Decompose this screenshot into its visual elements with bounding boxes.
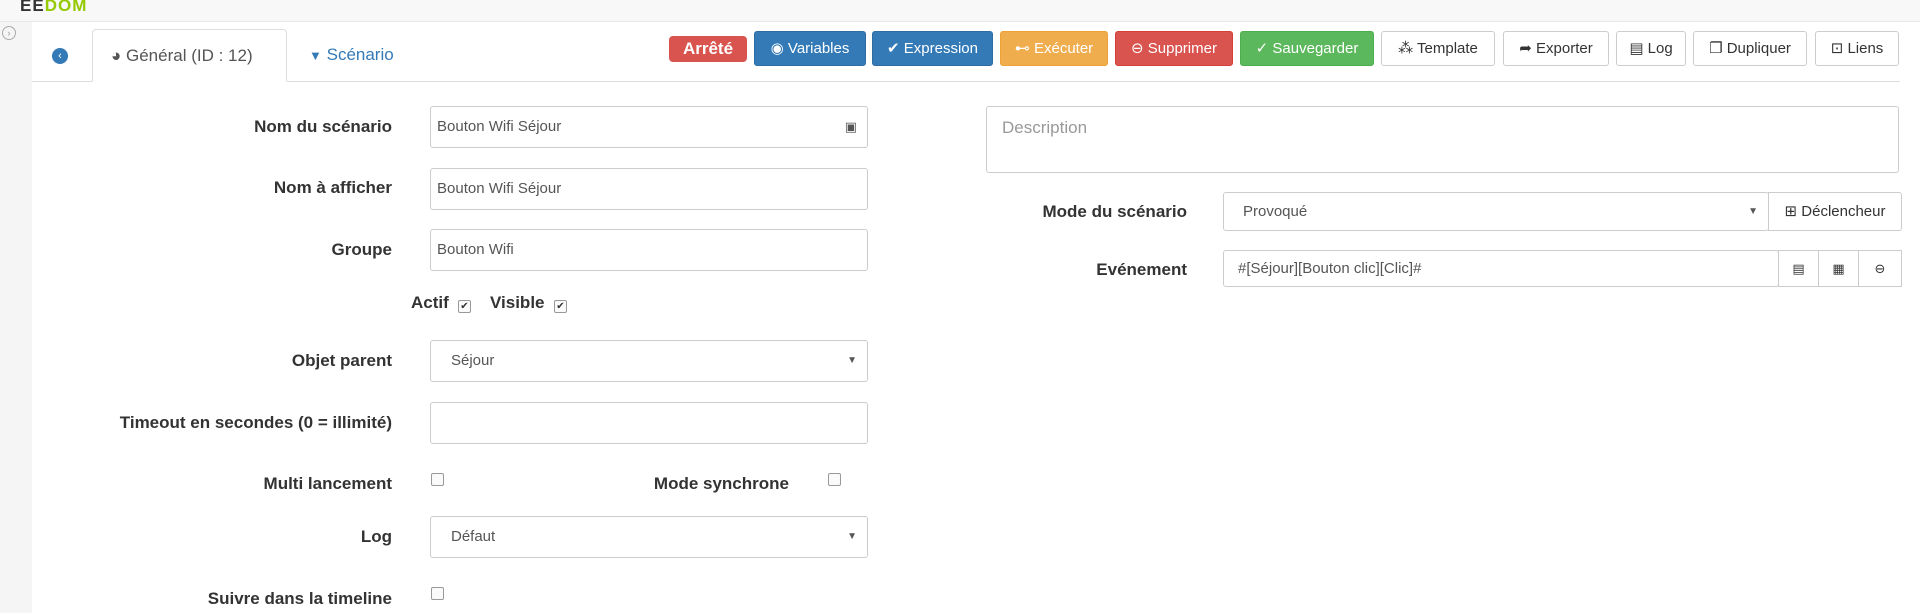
- gamepad-icon: ⊷: [1014, 40, 1034, 57]
- logo[interactable]: EEDOM: [20, 0, 87, 16]
- delete-button[interactable]: ⊖ Supprimer: [1115, 31, 1233, 66]
- timeout-label: Timeout en secondes (0 = illimité): [119, 413, 392, 432]
- export-button[interactable]: ➦ Exporter: [1503, 31, 1609, 66]
- sitemap-icon: ⊡: [1830, 40, 1848, 57]
- description-textarea[interactable]: Description: [986, 106, 1899, 173]
- timeline-label: Suivre dans la timeline: [207, 589, 392, 608]
- share-icon: ➦: [1519, 40, 1537, 57]
- select-command-button[interactable]: ▤: [1778, 250, 1819, 287]
- minus-circle-icon: ⊖: [1131, 40, 1148, 57]
- status-badge: Arrêté: [669, 36, 747, 62]
- mode-select[interactable]: Provoqué ▼: [1223, 192, 1769, 231]
- log-label: Log: [360, 527, 392, 546]
- calculator-icon: ▦: [1832, 261, 1845, 276]
- timeline-checkbox[interactable]: [431, 587, 444, 600]
- parent-object-select[interactable]: Séjour ▼: [430, 340, 868, 382]
- calculator-button[interactable]: ▦: [1818, 250, 1859, 287]
- event-label: Evénement: [1096, 260, 1187, 279]
- remove-trigger-button[interactable]: ⊖: [1858, 250, 1902, 287]
- file-text-icon: ▤: [1629, 40, 1648, 57]
- back-button[interactable]: ‹: [52, 29, 68, 82]
- mode-label: Mode du scénario: [1042, 202, 1187, 221]
- links-button[interactable]: ⊡ Liens: [1815, 31, 1899, 66]
- list-alt-icon: ▤: [1792, 261, 1805, 276]
- sync-mode-label: Mode synchrone: [653, 474, 789, 493]
- sync-mode-checkbox[interactable]: [828, 473, 841, 486]
- save-button[interactable]: ✓ Sauvegarder: [1240, 31, 1374, 66]
- tab-scenario[interactable]: ▼ Scénario: [309, 29, 394, 82]
- dashboard-icon: ◕: [111, 46, 126, 65]
- name-input[interactable]: Bouton Wifi Séjour ▣: [430, 106, 868, 148]
- group-input[interactable]: Bouton Wifi: [430, 229, 868, 271]
- log-button[interactable]: ▤ Log: [1616, 31, 1686, 66]
- check-circle-icon: ✓: [1255, 40, 1273, 57]
- group-label: Groupe: [331, 240, 392, 259]
- name-label: Nom du scénario: [254, 117, 392, 136]
- parent-object-label: Objet parent: [291, 351, 392, 370]
- caret-down-icon: ▼: [847, 531, 857, 542]
- log-select[interactable]: Défaut ▼: [430, 516, 868, 558]
- expression-button[interactable]: ✔ Expression: [872, 31, 993, 66]
- eye-icon: ◉: [770, 40, 788, 57]
- visible-label: Visible: [490, 293, 545, 312]
- tab-general[interactable]: ◕ Général (ID : 12): [92, 29, 287, 82]
- check-icon: ✔: [887, 40, 904, 57]
- filter-icon: ▼: [309, 48, 322, 63]
- template-button[interactable]: ⁂ Template: [1381, 31, 1495, 66]
- left-gutter: [0, 22, 32, 613]
- arrow-circle-left-icon: ‹: [52, 48, 68, 65]
- display-name-label: Nom à afficher: [273, 178, 392, 197]
- top-navbar: [0, 0, 1920, 22]
- expand-sidebar-icon[interactable]: ›: [2, 26, 16, 40]
- execute-button[interactable]: ⊷ Exécuter: [1000, 31, 1108, 66]
- actif-checkbox[interactable]: ✔: [458, 300, 471, 313]
- visible-checkbox[interactable]: ✔: [554, 300, 567, 313]
- add-trigger-button[interactable]: ⊞ Déclencheur: [1768, 192, 1902, 231]
- plus-square-icon: ⊞: [1784, 203, 1802, 220]
- contact-card-icon: ▣: [844, 119, 857, 134]
- multi-launch-label: Multi lancement: [263, 474, 392, 493]
- display-name-input[interactable]: Bouton Wifi Séjour: [430, 168, 868, 210]
- caret-down-icon: ▼: [847, 355, 857, 366]
- event-input[interactable]: #[Séjour][Bouton clic][Clic]#: [1223, 250, 1779, 287]
- caret-down-icon: ▼: [1748, 206, 1758, 217]
- duplicate-button[interactable]: ❐ Dupliquer: [1693, 31, 1807, 66]
- multi-launch-checkbox[interactable]: [431, 473, 444, 486]
- minus-circle-icon: ⊖: [1874, 261, 1886, 276]
- timeout-input[interactable]: [430, 402, 868, 444]
- copy-icon: ❐: [1709, 40, 1727, 57]
- variables-button[interactable]: ◉ Variables: [754, 31, 866, 66]
- cubes-icon: ⁂: [1398, 40, 1418, 57]
- actif-label: Actif: [411, 293, 449, 312]
